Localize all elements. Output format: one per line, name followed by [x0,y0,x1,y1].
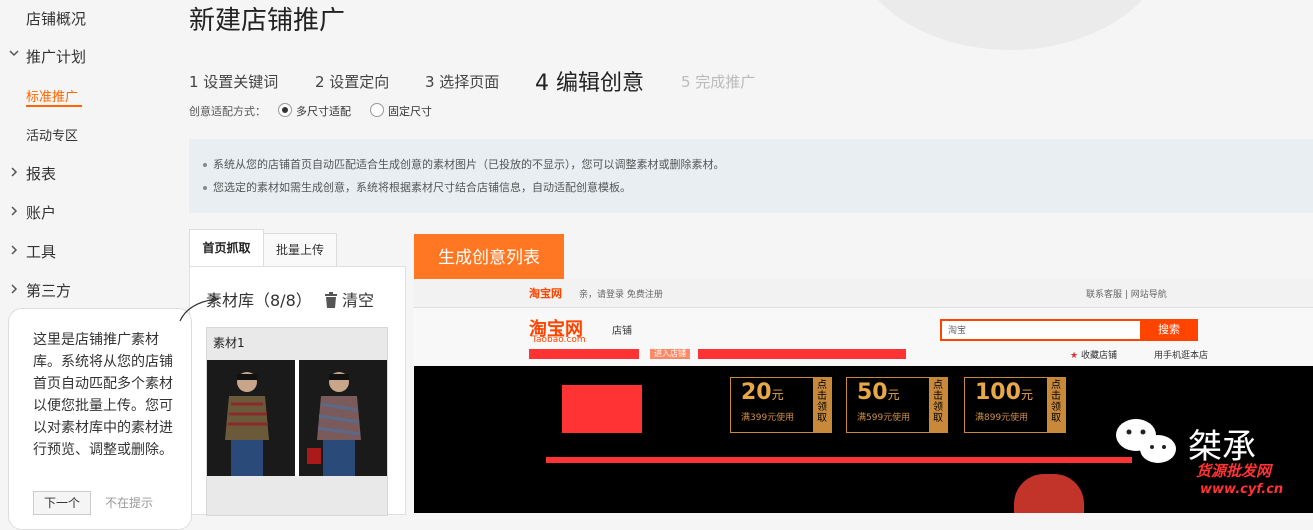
bullet-icon [203,163,207,167]
step-finish: 5 完成推广 [681,73,756,91]
preview-search-box: 淘宝 [940,319,1144,341]
coupon-condition: 满399元使用 [741,413,795,423]
heart-icon: ★ [1070,351,1079,361]
coupon-condition: 满899元使用 [975,413,1029,423]
sidebar-item-label: 账户 [26,204,57,222]
guide-tooltip: 这里是店铺推广素材库。系统将从您的店铺首页自动匹配多个素材以便您批量上传。您可以… [8,308,192,530]
sidebar-item-tools[interactable]: 工具 [26,241,56,262]
coupon-value: 100元 [975,380,1033,405]
active-indicator [26,105,82,107]
radio-fixed-size-label: 固定尺寸 [388,105,432,118]
preview-logo-sub: Taobao.com [532,335,586,345]
coupon-side-label: 点击领取 [929,378,947,432]
sidebar-item-label: 工具 [26,243,57,261]
chevron-right-icon [8,205,20,221]
sidebar-item-label: 店铺概况 [26,10,87,28]
radio-selected-dot [282,107,288,113]
coupon-side-label: 点击领取 [1047,378,1065,432]
chevron-down-icon [8,47,20,63]
watermark-url: www.cyf.cn [1200,482,1284,497]
radio-multi-size[interactable] [278,103,292,117]
step-select-page: 3 选择页面 [425,73,500,91]
preview-fav-label: 收藏店铺 [1080,351,1117,361]
coupon-card: 50元 满599元使用 点击领取 [846,377,948,433]
dont-show-again-link[interactable]: 不在提示 [105,494,153,511]
chevron-right-icon [8,283,20,299]
chevron-right-icon [8,166,20,182]
tooltip-text: 这里是店铺推广素材库。系统将从您的店铺首页自动匹配多个素材以便您批量上传。您可以… [33,332,173,458]
radio-fixed-size[interactable] [370,103,384,117]
info-box: 系统从您的店铺首页自动匹配适合生成创意的素材图片（已投放的不显示），您可以调整素… [189,139,1313,213]
sidebar-item-reports[interactable]: 报表 [26,163,56,184]
preview-redacted-line [546,457,1132,463]
background-decoration [850,0,1170,50]
sidebar-item-label: 活动专区 [26,129,79,144]
preview-search-scope: 淘宝 [948,326,967,336]
preview-redacted-bar [698,349,906,359]
coupon-value: 50元 [857,380,900,405]
sidebar-item-overview[interactable]: 店铺概况 [26,8,86,29]
sidebar-item-third-party[interactable]: 第三方 [26,280,71,301]
step-keywords: 1 设置关键词 [189,73,279,91]
radio-multi-size-label: 多尺寸适配 [296,105,351,118]
trash-icon [324,292,338,308]
coupon-amount: 20 [741,380,772,405]
coupon-unit: 元 [771,388,784,402]
coupon-value: 20元 [741,380,784,405]
wechat-icon [1114,417,1184,471]
preview-logo-small: 淘宝网 [529,287,562,300]
store-preview: 淘宝网 亲，请登录 免费注册 联系客服 | 网站导航 淘宝网 Taobao.co… [414,279,1313,513]
coupon-amount: 50 [857,380,888,405]
sidebar-item-plan[interactable]: 推广计划 [26,46,86,67]
coupon-card: 100元 满899元使用 点击领取 [964,377,1066,433]
clear-button[interactable]: 清空 [324,287,374,311]
sidebar-item-standard[interactable]: 标准推广 [26,86,78,105]
coupon-condition: 满599元使用 [857,413,911,423]
info-line: 系统从您的店铺首页自动匹配适合生成创意的素材图片（已投放的不显示），您可以调整素… [203,156,725,172]
preview-redacted-bar [529,349,639,359]
step-edit-creative: 4 编辑创意 [535,71,644,96]
preview-shop-label: 店铺 [612,326,632,337]
coupon-amount: 100 [975,380,1021,405]
sidebar-item-label: 标准推广 [26,90,79,105]
watermark-sub: 货源批发网 [1196,462,1272,480]
info-text: 您选定的素材如需生成创意，系统将根据素材尺寸结合店铺信息，自动适配创意模板。 [213,181,631,194]
preview-mobile-link: 用手机逛本店 [1154,351,1209,361]
preview-header: 淘宝网 Taobao.com 店铺 淘宝 搜索 进入店铺 ★ 收藏店铺 用手机逛… [414,308,1313,366]
sidebar-item-account[interactable]: 账户 [26,202,56,223]
next-button[interactable]: 下一个 [33,491,91,515]
material-name: 素材1 [213,336,245,350]
preview-fav-link: ★ 收藏店铺 [1070,348,1117,361]
preview-nav-tag: 进入店铺 [650,349,690,359]
page-title: 新建店铺推广 [189,6,346,36]
material-thumbnail [207,360,387,476]
sidebar-item-label: 推广计划 [26,48,87,66]
preview-redacted-block [562,385,642,433]
info-line: 您选定的素材如需生成创意，系统将根据素材尺寸结合店铺信息，自动适配创意模板。 [203,179,631,195]
coupon-unit: 元 [887,388,900,402]
material-card[interactable]: 素材1 [206,327,388,516]
preview-search-button: 搜索 [1140,319,1198,341]
clear-label: 清空 [342,291,375,310]
chevron-right-icon [8,244,20,260]
tooltip-pointer-arrow [178,293,224,327]
sidebar-item-activity[interactable]: 活动专区 [26,125,78,144]
sidebar-item-label: 第三方 [26,282,72,300]
generate-creative-list-button[interactable]: 生成创意列表 [414,234,564,279]
tab-bulk-upload[interactable]: 批量上传 [263,233,337,268]
preview-topbar: 淘宝网 亲，请登录 免费注册 联系客服 | 网站导航 [414,279,1313,308]
coupon-unit: 元 [1020,388,1033,402]
mode-label: 创意适配方式： [189,105,266,118]
preview-top-right: 联系客服 | 网站导航 [1086,290,1167,300]
coupon-card: 20元 满399元使用 点击领取 [730,377,832,433]
tab-homepage-crawl[interactable]: 首页抓取 [189,229,264,268]
coupon-side-label: 点击领取 [813,378,831,432]
bullet-icon [203,186,207,190]
info-text: 系统从您的店铺首页自动匹配适合生成创意的素材图片（已投放的不显示），您可以调整素… [213,158,725,171]
step-targeting: 2 设置定向 [315,73,390,91]
preview-login-text: 亲，请登录 免费注册 [579,290,663,300]
sidebar-item-label: 报表 [26,165,57,183]
